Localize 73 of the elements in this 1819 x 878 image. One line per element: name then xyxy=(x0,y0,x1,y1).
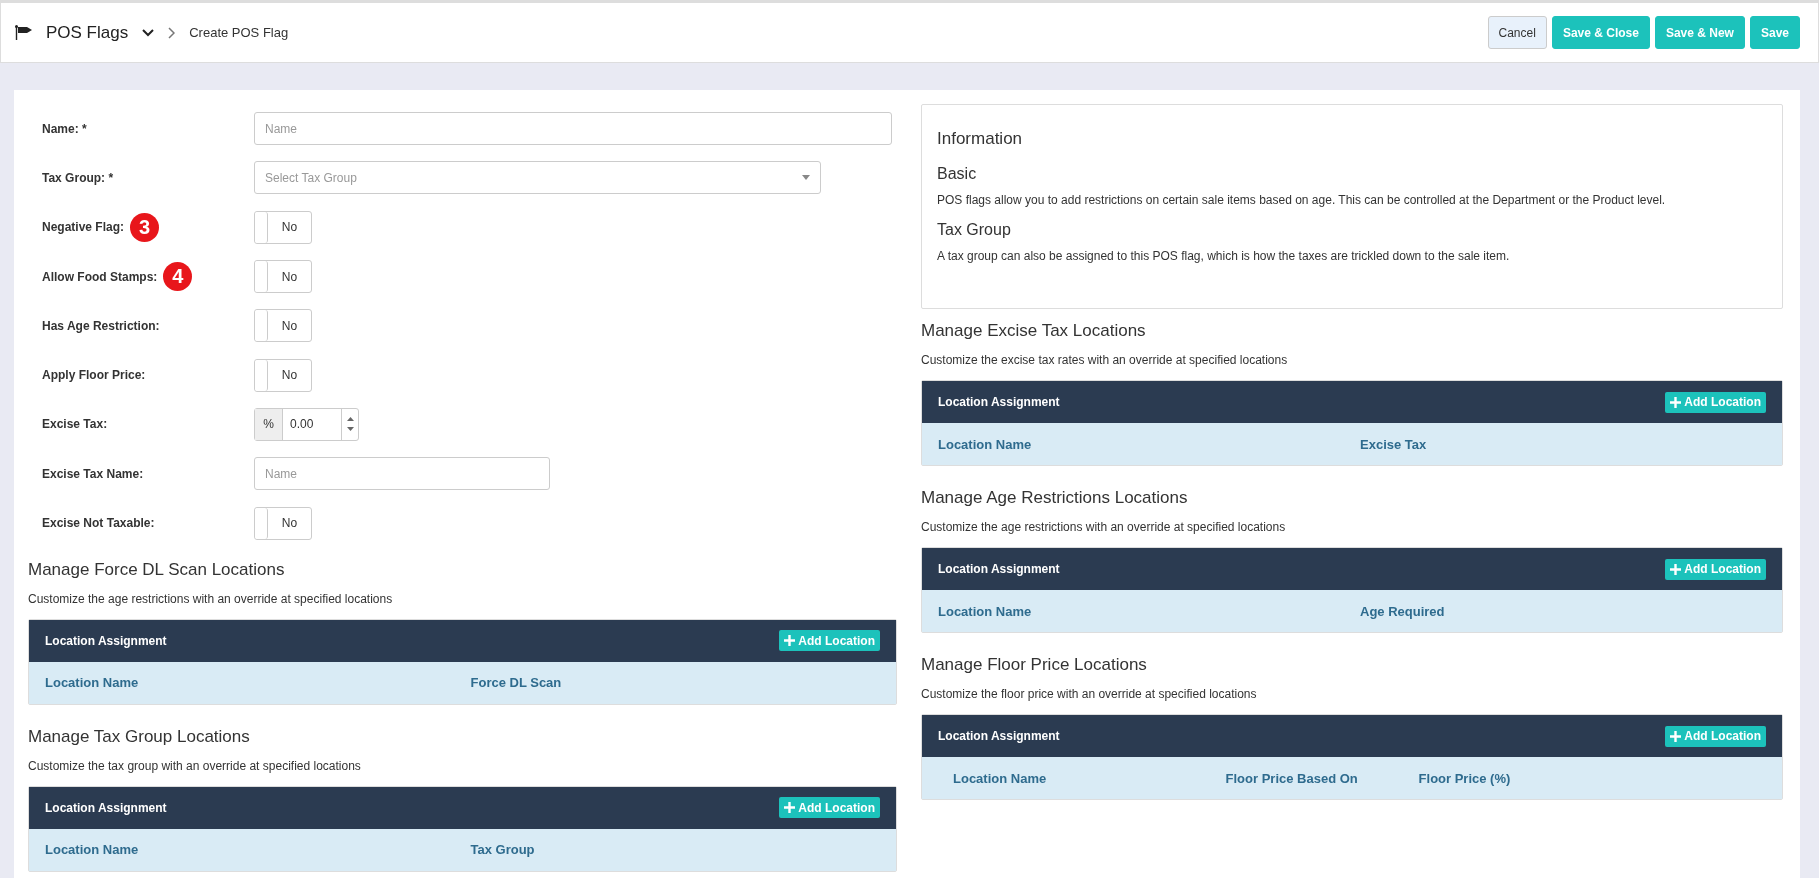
cancel-button[interactable]: Cancel xyxy=(1487,16,1547,49)
add-location-button[interactable]: Add Location xyxy=(779,797,880,819)
breadcrumb-item: Create POS Flag xyxy=(189,25,289,40)
text-field[interactable]: Name xyxy=(254,457,550,491)
chevron-right-icon xyxy=(168,26,176,39)
section-title: Manage Force DL Scan Locations xyxy=(28,559,286,580)
section-title: Manage Floor Price Locations xyxy=(921,655,1148,675)
column-header: Age Required xyxy=(1360,603,1446,619)
table-title: Location Assignment xyxy=(45,800,167,815)
column-header: Excise Tax xyxy=(1360,436,1428,452)
plus-icon xyxy=(1670,396,1682,408)
column-header: Location Name xyxy=(953,770,1048,786)
number-field[interactable]: % 0.00 xyxy=(254,407,359,441)
save-button[interactable]: Save & Close xyxy=(1551,16,1650,49)
add-location-button[interactable]: Add Location xyxy=(1665,391,1766,413)
column-header: Force DL Scan xyxy=(470,675,563,691)
section-title: Manage Tax Group Locations xyxy=(28,726,251,747)
spin-down-icon xyxy=(346,427,354,432)
chevron-down-icon[interactable] xyxy=(142,28,155,37)
info-title: Information xyxy=(937,129,1024,149)
text-field[interactable]: Name xyxy=(254,112,892,146)
field-label: Excise Tax Name: xyxy=(42,466,144,481)
plus-icon xyxy=(784,635,796,647)
section-subtitle: Customize the excise tax rates with an override at specified locations xyxy=(921,353,1289,367)
field-label: Negative Flag: xyxy=(42,220,125,235)
add-location-button[interactable]: Add Location xyxy=(1665,558,1766,580)
plus-icon xyxy=(1670,730,1682,742)
section-title: Manage Age Restrictions Locations xyxy=(921,488,1189,508)
column-header: Location Name xyxy=(45,842,140,858)
section-subtitle: Customize the age restrictions with an override at specified locations xyxy=(921,520,1287,534)
field-label: Apply Floor Price: xyxy=(42,368,146,383)
add-location-button[interactable]: Add Location xyxy=(1665,725,1766,747)
toggle-switch[interactable]: No xyxy=(254,260,312,294)
column-header: Location Name xyxy=(938,436,1033,452)
field-label: Tax Group: * xyxy=(42,170,114,185)
spin-up-icon xyxy=(346,417,354,422)
info-text: A tax group can also be assigned to this POS flag, which is how the taxes are trickled down to the sale item. xyxy=(937,249,1511,263)
toggle-switch[interactable]: No xyxy=(254,309,312,343)
column-header: Tax Group xyxy=(470,842,536,858)
dropdown-caret-icon xyxy=(802,175,810,181)
step-badge: 4 xyxy=(163,262,193,292)
field-label: Allow Food Stamps: xyxy=(42,269,158,284)
info-heading: Tax Group xyxy=(937,221,1012,239)
field-label: Excise Not Taxable: xyxy=(42,516,155,530)
table-title: Location Assignment xyxy=(938,395,1060,409)
save-button[interactable]: Save xyxy=(1749,16,1800,49)
section-title: Manage Excise Tax Locations xyxy=(921,321,1147,341)
plus-icon xyxy=(784,802,796,814)
info-heading: Basic xyxy=(937,165,978,183)
column-header: Location Name xyxy=(938,603,1033,619)
field-label: Excise Tax: xyxy=(42,417,108,432)
save-button[interactable]: Save & New xyxy=(1654,16,1745,49)
add-location-button[interactable]: Add Location xyxy=(779,630,880,652)
info-text: POS flags allow you to add restrictions on certain sale items based on age. This can be controlled at the Department or the Product level. xyxy=(937,193,1667,207)
column-header: Floor Price Based On xyxy=(1225,770,1359,786)
step-badge: 3 xyxy=(130,212,160,242)
section-subtitle: Customize the floor price with an override at specified locations xyxy=(921,687,1258,701)
column-header: Floor Price (%) xyxy=(1418,770,1512,786)
plus-icon xyxy=(1670,563,1682,575)
section-subtitle: Customize the tax group with an override at specified locations xyxy=(28,758,362,773)
table-title: Location Assignment xyxy=(938,729,1060,743)
table-title: Location Assignment xyxy=(45,633,167,648)
toggle-switch[interactable]: No xyxy=(254,358,312,392)
column-header: Location Name xyxy=(45,675,140,691)
module-title[interactable]: POS Flags xyxy=(46,22,129,43)
tax-group-select[interactable]: Select Tax Group xyxy=(254,161,821,195)
field-label: Has Age Restriction: xyxy=(42,318,160,333)
field-label: Name: * xyxy=(42,121,87,136)
toggle-switch[interactable]: No xyxy=(254,506,312,540)
section-subtitle: Customize the age restrictions with an override at specified locations xyxy=(28,591,394,606)
flag-icon xyxy=(15,25,32,40)
toggle-switch[interactable]: No xyxy=(254,210,312,244)
table-title: Location Assignment xyxy=(938,562,1060,576)
